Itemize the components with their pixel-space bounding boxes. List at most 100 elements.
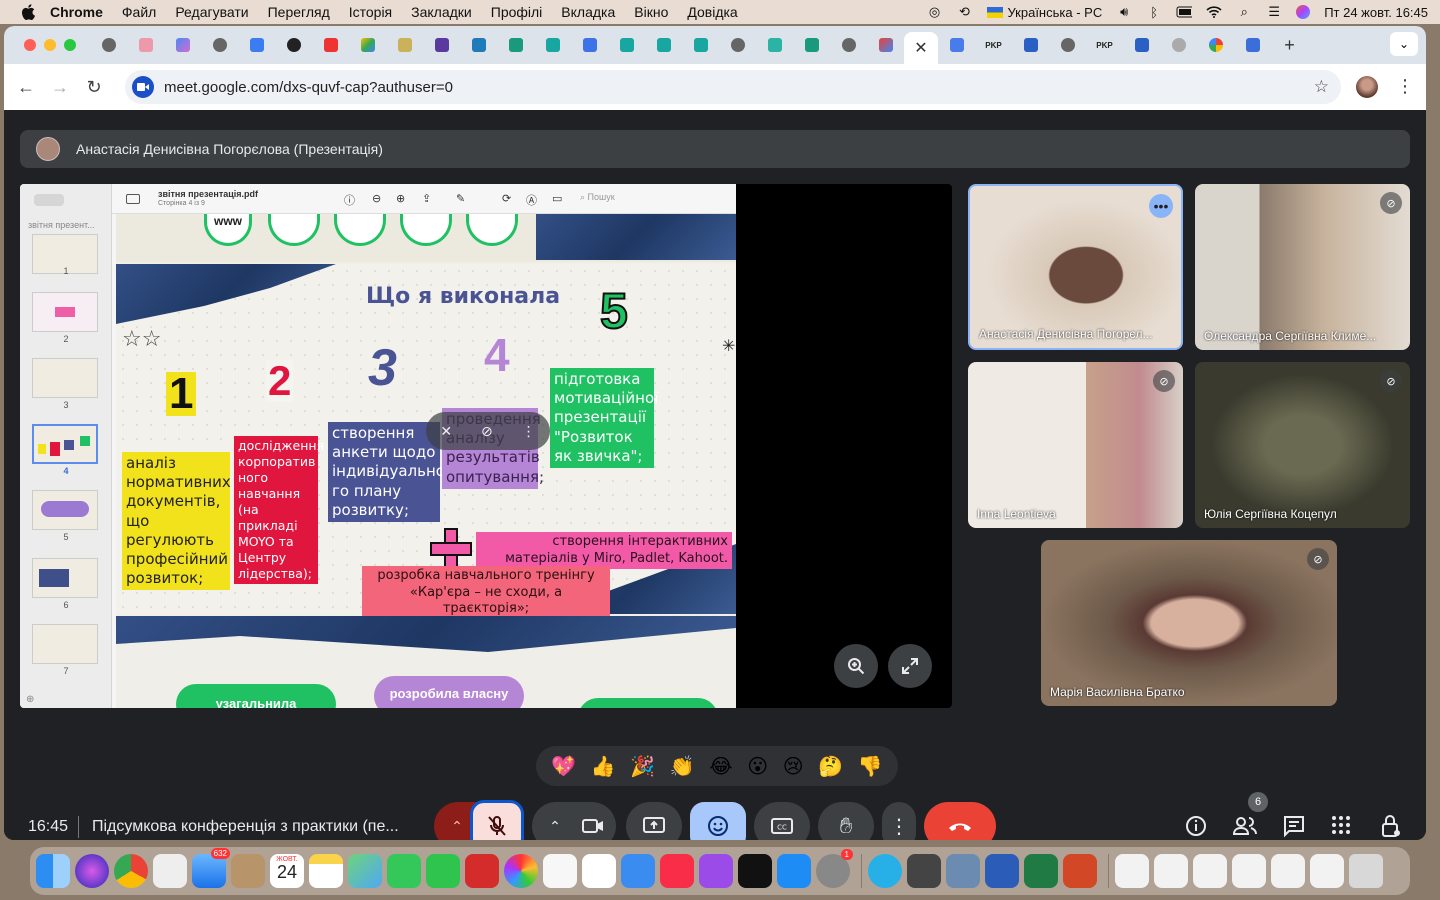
mail-icon[interactable]: 632 <box>192 848 230 888</box>
participant-tile[interactable]: ••• Анастасія Денисівна Погорєл... <box>968 184 1183 350</box>
raise-hand-button[interactable]: ✋︎ <box>818 802 874 840</box>
photos-icon[interactable] <box>504 854 538 888</box>
menu-tab[interactable]: Вкладка <box>561 4 615 20</box>
browser-tab[interactable] <box>386 32 423 58</box>
bookmark-star-icon[interactable]: ☆ <box>1314 77 1329 97</box>
markup-icon[interactable]: ✎ <box>456 192 465 205</box>
browser-tab[interactable] <box>1160 32 1197 58</box>
captions-button[interactable]: CC <box>754 802 810 840</box>
browser-tab[interactable] <box>1012 32 1049 58</box>
page-thumbnail-selected[interactable] <box>32 424 98 464</box>
host-controls-button[interactable] <box>1380 814 1408 840</box>
zoom-button[interactable] <box>834 644 878 688</box>
add-page-icon[interactable]: ⊕ <box>26 694 34 705</box>
highlight-icon[interactable]: Ⓐ <box>526 192 537 208</box>
sidebar-view-icon[interactable] <box>126 194 140 204</box>
control-center-icon[interactable]: ☰ <box>1266 4 1282 19</box>
battery-icon[interactable] <box>1176 5 1193 19</box>
photo-booth-icon[interactable] <box>465 854 499 888</box>
zoom-window-icon[interactable] <box>64 39 76 51</box>
tab-search-button[interactable]: ⌄ <box>1390 32 1418 56</box>
app-icon[interactable] <box>907 854 941 888</box>
contacts-icon[interactable] <box>231 854 265 888</box>
people-button[interactable] <box>1232 814 1260 840</box>
browser-tab[interactable]: PKP <box>975 32 1012 58</box>
time-machine-icon[interactable]: ⟲ <box>957 4 973 19</box>
reactions-toggle-button[interactable] <box>690 802 746 840</box>
browser-tab[interactable] <box>756 32 793 58</box>
menu-file[interactable]: Файл <box>122 4 156 20</box>
page-thumbnail[interactable] <box>32 624 98 664</box>
microphone-toggle-button[interactable] <box>470 800 524 840</box>
reaction-clap[interactable]: 👏 <box>670 754 695 779</box>
bluetooth-icon[interactable]: ᛒ <box>1146 5 1162 20</box>
menu-app-name[interactable]: Chrome <box>50 4 103 20</box>
launchpad-icon[interactable] <box>153 854 187 888</box>
page-thumbnail[interactable] <box>32 358 98 398</box>
powerpoint-icon[interactable] <box>1063 854 1097 888</box>
menu-datetime[interactable]: Пт 24 жовт. 16:45 <box>1324 5 1428 20</box>
reaction-surprised[interactable]: 😮 <box>747 754 768 779</box>
maps-icon[interactable] <box>348 854 382 888</box>
pdf-search-field[interactable]: ⌕ Пошук <box>580 192 720 206</box>
sidebar-toggle-icon[interactable] <box>34 194 64 206</box>
reaction-sad[interactable]: 😢 <box>783 754 804 779</box>
siri-dock-icon[interactable] <box>75 854 109 888</box>
browser-tab[interactable] <box>938 32 975 58</box>
browser-tab[interactable] <box>460 32 497 58</box>
minimized-window-icon[interactable] <box>1232 854 1266 888</box>
new-tab-button[interactable]: + <box>1271 32 1308 58</box>
fullscreen-button[interactable] <box>888 644 932 688</box>
input-source[interactable]: Українська - PC <box>986 5 1102 20</box>
menu-profiles[interactable]: Профілі <box>491 4 543 20</box>
browser-tab[interactable] <box>719 32 756 58</box>
reaction-party-popper[interactable]: 🎉 <box>630 754 655 779</box>
menu-help[interactable]: Довідка <box>687 4 737 20</box>
browser-tab[interactable] <box>608 32 645 58</box>
messages-icon[interactable] <box>387 854 421 888</box>
keynote-icon[interactable] <box>621 854 655 888</box>
minimized-window-icon[interactable] <box>1271 854 1305 888</box>
browser-tab[interactable] <box>90 32 127 58</box>
spotlight-search-icon[interactable]: ⌕ <box>1236 4 1252 19</box>
address-bar[interactable]: meet.google.com/dxs-quvf-cap?authuser=0 … <box>125 70 1341 104</box>
browser-tab[interactable] <box>164 32 201 58</box>
facetime-icon[interactable] <box>426 854 460 888</box>
browser-tab[interactable] <box>682 32 719 58</box>
finder-icon[interactable] <box>36 854 70 888</box>
calendar-icon[interactable]: ЖОВТ. 24 <box>270 854 304 888</box>
notes-icon[interactable] <box>309 854 343 888</box>
rotate-icon[interactable]: ⟳ <box>502 192 511 205</box>
system-settings-icon[interactable]: 1 <box>816 849 853 888</box>
reaction-thumbs-up[interactable]: 👍 <box>591 754 616 779</box>
browser-tab[interactable] <box>867 32 904 58</box>
participant-tile[interactable]: ⊘ Inna Leontieva <box>968 362 1183 528</box>
menu-view[interactable]: Перегляд <box>268 4 330 20</box>
activities-button[interactable] <box>1330 814 1358 840</box>
browser-tab[interactable] <box>497 32 534 58</box>
browser-tab[interactable] <box>423 32 460 58</box>
trash-icon[interactable] <box>1349 854 1383 888</box>
browser-tab[interactable] <box>1123 32 1160 58</box>
vpn-icon[interactable]: ◎ <box>927 4 943 19</box>
music-icon[interactable] <box>660 854 694 888</box>
browser-tab[interactable] <box>238 32 275 58</box>
browser-tab[interactable] <box>571 32 608 58</box>
zoom-in-icon[interactable]: ⊕ <box>396 192 405 205</box>
browser-tab[interactable] <box>1234 32 1271 58</box>
menu-bookmarks[interactable]: Закладки <box>411 4 472 20</box>
page-thumbnail[interactable] <box>32 490 98 530</box>
browser-tab[interactable] <box>312 32 349 58</box>
camera-toggle-button[interactable] <box>570 802 616 840</box>
safari-icon[interactable] <box>868 854 902 888</box>
participant-tile[interactable]: ⊘ Юлія Сергіївна Коцепул <box>1195 362 1410 528</box>
wifi-icon[interactable] <box>1206 5 1222 19</box>
close-window-icon[interactable] <box>24 39 36 51</box>
minimized-window-icon[interactable] <box>1154 854 1188 888</box>
volume-icon[interactable]: 🔊︎ <box>1116 4 1132 19</box>
reaction-thumbs-down[interactable]: 👎 <box>858 754 883 779</box>
unpin-icon[interactable]: ✕︎ <box>440 423 452 440</box>
browser-tab[interactable] <box>275 32 312 58</box>
apple-tv-icon[interactable] <box>738 854 772 888</box>
menu-history[interactable]: Історія <box>349 4 392 20</box>
